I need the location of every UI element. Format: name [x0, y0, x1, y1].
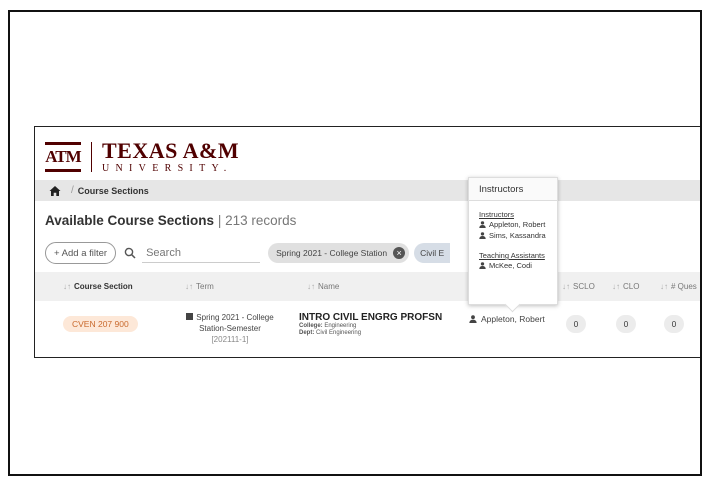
college-label: College:: [299, 323, 323, 329]
popover-title: Instructors: [469, 178, 557, 201]
popover-instructor: Appleton, Robert: [469, 219, 557, 230]
column-course-section-label: Course Section: [74, 282, 133, 291]
university-logo[interactable]: ATM TEXAS A&M UNIVERSITY.: [45, 139, 239, 175]
table-header: ↓↑ Course Section ↓↑ Term ↓↑ Name ↓↑ SCL…: [35, 272, 700, 301]
tas-heading: Teaching Assistants: [479, 251, 545, 260]
column-name-label: Name: [318, 282, 340, 291]
instructor-name: Appleton, Robert: [481, 314, 545, 324]
questions-count: 0: [664, 315, 684, 333]
sort-icon: ↓↑: [660, 282, 668, 291]
column-clo[interactable]: ↓↑ CLO: [612, 272, 639, 301]
sort-icon: ↓↑: [63, 282, 71, 291]
column-sclo[interactable]: ↓↑ SCLO: [562, 272, 595, 301]
course-name: INTRO CIVIL ENGRG PROFSN: [299, 312, 443, 323]
table-row[interactable]: CVEN 207 900 Spring 2021 - College Stati…: [35, 303, 700, 357]
term-code: [202111-1]: [211, 335, 249, 344]
sort-icon: ↓↑: [307, 282, 315, 291]
term-line1: Spring 2021 - College: [196, 313, 274, 322]
course-name-cell: INTRO CIVIL ENGRG PROFSN College: Engine…: [299, 312, 442, 337]
person-icon: [469, 315, 477, 323]
logo-line2: UNIVERSITY.: [102, 163, 233, 174]
column-questions-label: # Ques: [671, 282, 697, 291]
college-value: Engineering: [324, 323, 357, 329]
column-questions[interactable]: ↓↑ # Ques: [660, 272, 697, 301]
sclo-count: 0: [566, 315, 586, 333]
breadcrumb-separator: /: [71, 185, 74, 196]
instructors-heading: Instructors: [479, 210, 515, 219]
column-term-label: Term: [196, 282, 214, 291]
page-title-text: Available Course Sections: [45, 213, 215, 228]
term-cell: Spring 2021 - College Station-Semester […: [170, 312, 290, 345]
breadcrumb-current: Course Sections: [77, 185, 149, 196]
sort-icon: ↓↑: [612, 282, 620, 291]
popover-instructor-name: Appleton, Robert: [489, 220, 546, 229]
breadcrumb: / Course Sections: [35, 180, 700, 201]
column-term[interactable]: ↓↑ Term: [185, 272, 214, 301]
logo-divider: [91, 142, 92, 172]
logo-line1: TEXAS A&M: [102, 138, 240, 163]
column-clo-label: CLO: [623, 282, 640, 291]
record-count: | 213 records: [217, 213, 297, 228]
instructor-cell[interactable]: Appleton, Robert: [469, 314, 545, 324]
sort-icon: ↓↑: [562, 282, 570, 291]
dept-label: Dept:: [299, 330, 315, 336]
term-line2: Station-Semester: [199, 324, 261, 333]
column-name[interactable]: ↓↑ Name: [307, 272, 339, 301]
term-filter-chip[interactable]: Spring 2021 - College Station ×: [268, 243, 410, 263]
term-filter-label: Spring 2021 - College Station: [276, 248, 388, 258]
dept-value: Civil Engineering: [316, 330, 362, 336]
app-screenshot: ATM TEXAS A&M UNIVERSITY. / Course Secti…: [34, 126, 700, 358]
department-filter-chip[interactable]: Civil E: [414, 243, 451, 263]
course-dept: Dept: Civil Engineering: [299, 330, 442, 337]
add-filter-button[interactable]: + Add a filter: [45, 242, 117, 264]
instructors-popover: Instructors Instructors Appleton, Robert…: [468, 177, 558, 313]
calendar-icon: [186, 313, 194, 320]
person-icon: [479, 221, 486, 228]
course-college: College: Engineering: [299, 323, 442, 330]
search-input[interactable]: [142, 243, 261, 263]
sort-icon: ↓↑: [185, 282, 193, 291]
logo-text: TEXAS A&M UNIVERSITY.: [102, 140, 239, 174]
filter-bar: + Add a filter Spring 2021 - College Sta…: [45, 241, 451, 265]
person-icon: [479, 262, 486, 269]
popover-instructor-name: Sims, Kassandra: [489, 231, 546, 240]
person-icon: [479, 232, 486, 239]
search-icon: [124, 247, 136, 259]
course-section-badge[interactable]: CVEN 207 900: [63, 316, 138, 332]
logo-mark: ATM: [45, 142, 82, 172]
home-icon[interactable]: [49, 185, 61, 197]
outer-frame: ATM TEXAS A&M UNIVERSITY. / Course Secti…: [8, 10, 702, 476]
close-icon[interactable]: ×: [393, 247, 406, 259]
popover-ta-name: McKee, Codi: [489, 261, 532, 270]
page-title: Available Course Sections | 213 records: [45, 213, 296, 228]
column-sclo-label: SCLO: [573, 282, 595, 291]
column-course-section[interactable]: ↓↑ Course Section: [63, 272, 133, 301]
popover-instructor: Sims, Kassandra: [469, 230, 557, 241]
popover-ta: McKee, Codi: [469, 260, 557, 271]
clo-count: 0: [616, 315, 636, 333]
